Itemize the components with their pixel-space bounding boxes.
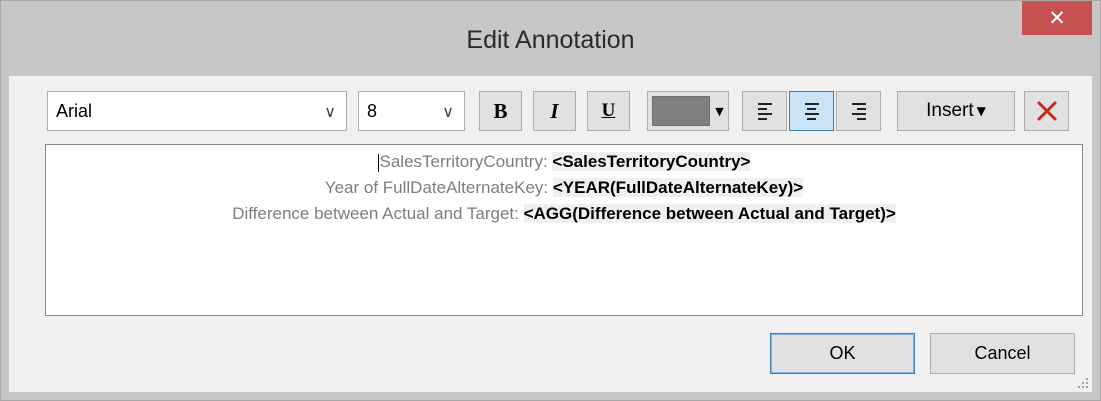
clear-x-icon [1037,101,1056,121]
align-left-icon [757,102,772,120]
chevron-down-icon: ∨ [442,101,454,121]
align-left-button[interactable] [742,91,787,131]
annotation-line: Year of FullDateAlternateKey: <YEAR(Full… [46,178,1082,198]
dialog-body: Arial ∨ 8 ∨ B I U ▼ Insert ▼ SalesTerrit… [9,76,1092,392]
edit-annotation-dialog: Edit Annotation ✕ Arial ∨ 8 ∨ B I U ▼ In… [0,0,1101,401]
align-right-icon [851,102,866,120]
clear-button[interactable] [1024,91,1069,131]
bold-button[interactable]: B [479,91,522,131]
title-bar[interactable]: Edit Annotation ✕ [1,1,1100,76]
italic-button[interactable]: I [533,91,576,131]
chevron-down-icon: ∨ [324,101,336,121]
line-label: Year of FullDateAlternateKey: [324,178,553,197]
underline-button[interactable]: U [587,91,630,131]
line-field: <SalesTerritoryCountry> [552,152,751,171]
annotation-line: SalesTerritoryCountry: <SalesTerritoryCo… [46,152,1082,172]
align-center-button[interactable] [789,91,834,131]
align-center-icon [804,102,819,120]
font-family-dropdown[interactable]: Arial ∨ [47,91,347,131]
close-icon: ✕ [1048,6,1066,30]
cancel-button[interactable]: Cancel [930,333,1075,374]
dialog-title: Edit Annotation [466,25,635,54]
resize-grip-icon[interactable] [1076,376,1090,390]
font-size-value: 8 [367,100,378,121]
insert-menu-button[interactable]: Insert ▼ [897,91,1015,131]
insert-label: Insert [926,100,974,121]
close-button[interactable]: ✕ [1022,1,1092,35]
underline-icon: U [601,100,616,121]
line-label: Difference between Actual and Target: [232,204,524,223]
annotation-text-editor[interactable]: SalesTerritoryCountry: <SalesTerritoryCo… [45,144,1083,316]
line-label: SalesTerritoryCountry: [379,152,553,171]
dropdown-arrow-icon: ▼ [976,104,986,118]
align-right-button[interactable] [836,91,881,131]
annotation-line: Difference between Actual and Target: <A… [46,204,1082,224]
font-family-value: Arial [56,100,93,121]
font-color-picker[interactable]: ▼ [647,91,729,131]
color-swatch [652,96,711,126]
font-size-dropdown[interactable]: 8 ∨ [358,91,465,131]
line-field: <YEAR(FullDateAlternateKey)> [552,178,804,197]
italic-icon: I [550,98,559,123]
text-caret [377,153,379,172]
ok-button[interactable]: OK [770,333,915,374]
line-field: <AGG(Difference between Actual and Targe… [523,204,896,223]
dropdown-arrow-icon: ▼ [715,104,724,118]
bold-icon: B [493,98,508,123]
